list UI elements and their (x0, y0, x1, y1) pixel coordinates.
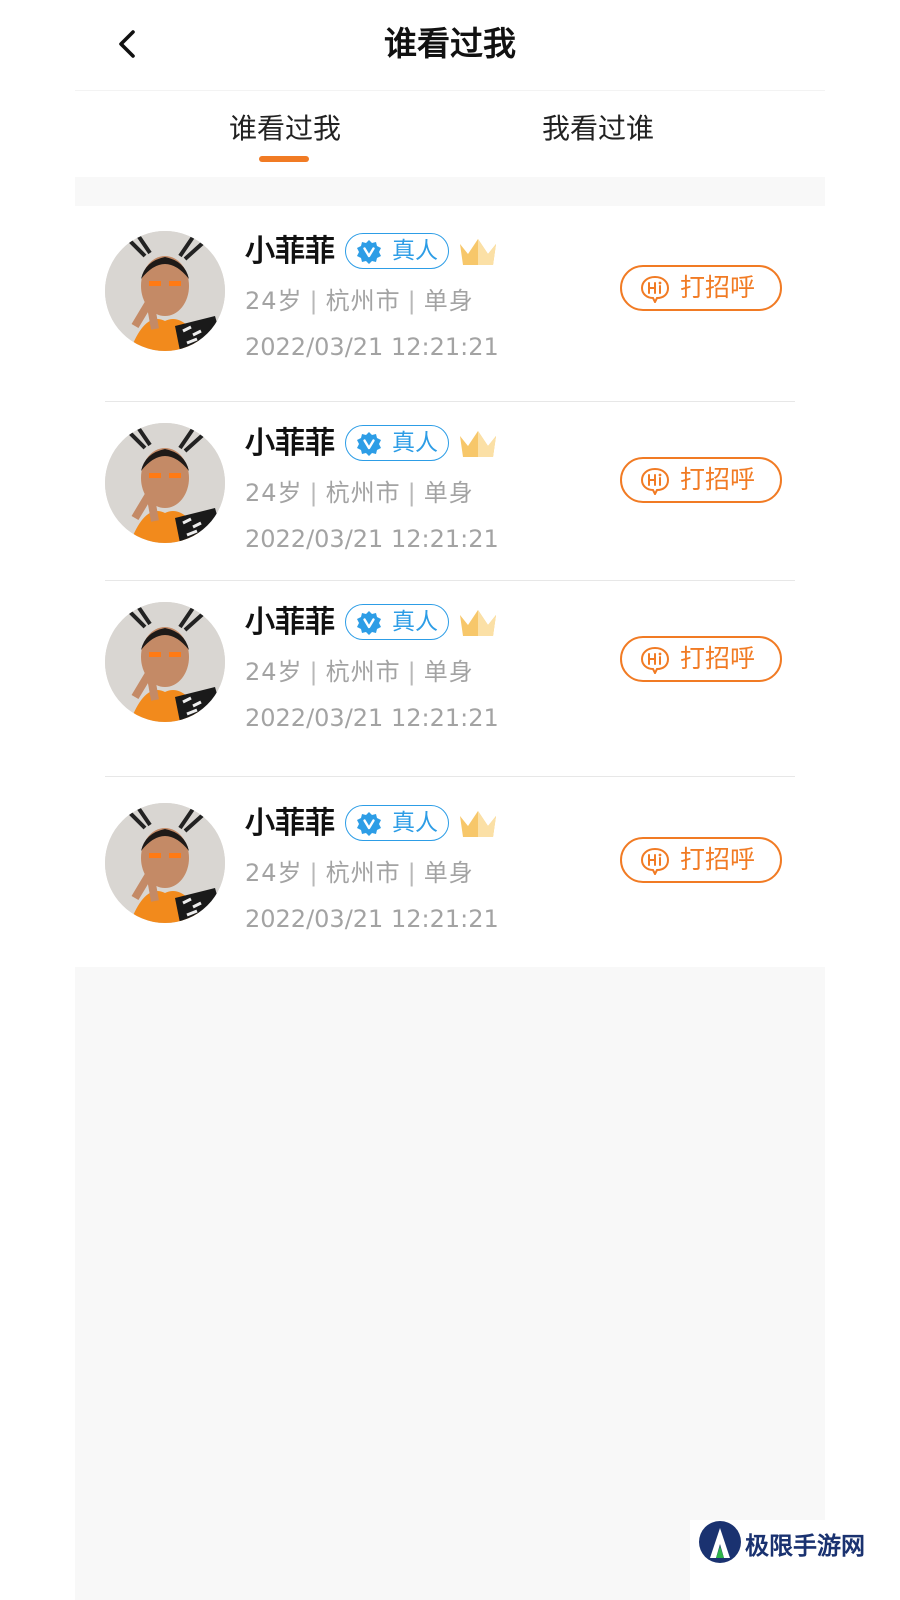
verified-label: 真人 (392, 609, 438, 635)
crown-icon (460, 431, 496, 457)
avatar[interactable] (105, 803, 225, 923)
verified-shield-icon (357, 432, 381, 456)
tab-label: 谁看过我 (228, 112, 341, 145)
watermark-logo-icon (699, 1521, 741, 1563)
crown-icon (460, 239, 496, 265)
crown-icon (460, 811, 496, 837)
verified-label: 真人 (392, 238, 438, 264)
greet-label: 打招呼 (680, 273, 756, 302)
tab-label: 我看过谁 (541, 112, 654, 145)
nav-bar: 谁看过我 (75, 0, 825, 90)
visit-time: 2022/03/21 12:21:21 (245, 905, 499, 933)
visitor-row[interactable]: 小菲菲 真人 24岁 | 杭州市 | 单身 2022/03/21 12:21:21 (75, 581, 825, 777)
greet-label: 打招呼 (680, 644, 756, 673)
tab-who-i-viewed[interactable]: 我看过谁 (518, 109, 678, 149)
visitor-info: 24岁 | 杭州市 | 单身 (245, 856, 474, 890)
avatar[interactable] (105, 423, 225, 543)
separator: | (309, 658, 319, 686)
visitor-info: 24岁 | 杭州市 | 单身 (245, 476, 474, 510)
greet-button[interactable]: 打招呼 (620, 636, 782, 682)
age: 24岁 (245, 658, 303, 686)
verified-shield-icon (357, 611, 381, 635)
city: 杭州市 (325, 479, 401, 507)
marital-status: 单身 (423, 859, 474, 887)
verified-badge: 真人 (345, 604, 449, 640)
hi-bubble-icon (640, 646, 670, 674)
visitor-name: 小菲菲 (245, 806, 335, 841)
separator: | (309, 479, 319, 507)
marital-status: 单身 (423, 479, 474, 507)
separator: | (407, 287, 417, 315)
visit-time: 2022/03/21 12:21:21 (245, 525, 499, 553)
verified-badge: 真人 (345, 425, 449, 461)
avatar[interactable] (105, 602, 225, 722)
greet-label: 打招呼 (680, 465, 756, 494)
hi-bubble-icon (640, 275, 670, 303)
visit-time: 2022/03/21 12:21:21 (245, 704, 499, 732)
verified-shield-icon (357, 240, 381, 264)
visitor-name: 小菲菲 (245, 426, 335, 461)
visit-time: 2022/03/21 12:21:21 (245, 333, 499, 361)
verified-label: 真人 (392, 810, 438, 836)
hi-bubble-icon (640, 467, 670, 495)
separator: | (309, 287, 319, 315)
visitor-row[interactable]: 小菲菲 真人 24岁 | 杭州市 | 单身 2022/03/21 12:21:21 (75, 777, 825, 967)
page-title: 谁看过我 (384, 24, 516, 63)
tab-bar: 谁看过我 我看过谁 (75, 90, 825, 177)
greet-button[interactable]: 打招呼 (620, 837, 782, 883)
crown-icon (460, 610, 496, 636)
watermark-text: 极限手游网 (745, 1531, 865, 1560)
visitor-info: 24岁 | 杭州市 | 单身 (245, 284, 474, 318)
active-tab-indicator (259, 156, 309, 162)
marital-status: 单身 (423, 287, 474, 315)
tab-who-viewed-me[interactable]: 谁看过我 (205, 109, 365, 162)
city: 杭州市 (325, 658, 401, 686)
verified-badge: 真人 (345, 233, 449, 269)
visitor-name: 小菲菲 (245, 605, 335, 640)
age: 24岁 (245, 479, 303, 507)
visitor-name: 小菲菲 (245, 234, 335, 269)
hi-bubble-icon (640, 847, 670, 875)
separator: | (407, 479, 417, 507)
verified-badge: 真人 (345, 805, 449, 841)
greet-button[interactable]: 打招呼 (620, 265, 782, 311)
phone-screen: 谁看过我 谁看过我 我看过谁 小菲菲 真人 24岁 | 杭州市 | 单身 202… (75, 0, 825, 1600)
separator: | (407, 658, 417, 686)
verified-shield-icon (357, 812, 381, 836)
watermark: 极限手游网 (690, 1520, 900, 1600)
verified-label: 真人 (392, 430, 438, 456)
city: 杭州市 (325, 859, 401, 887)
visitor-info: 24岁 | 杭州市 | 单身 (245, 655, 474, 689)
separator: | (309, 859, 319, 887)
marital-status: 单身 (423, 658, 474, 686)
age: 24岁 (245, 287, 303, 315)
visitor-row[interactable]: 小菲菲 真人 24岁 | 杭州市 | 单身 2022/03/21 12:21:21 (75, 402, 825, 581)
separator: | (407, 859, 417, 887)
greet-label: 打招呼 (680, 845, 756, 874)
avatar[interactable] (105, 231, 225, 351)
age: 24岁 (245, 859, 303, 887)
greet-button[interactable]: 打招呼 (620, 457, 782, 503)
visitor-list: 小菲菲 真人 24岁 | 杭州市 | 单身 2022/03/21 12:21:21 (75, 206, 825, 967)
visitor-row[interactable]: 小菲菲 真人 24岁 | 杭州市 | 单身 2022/03/21 12:21:21 (75, 206, 825, 402)
city: 杭州市 (325, 287, 401, 315)
